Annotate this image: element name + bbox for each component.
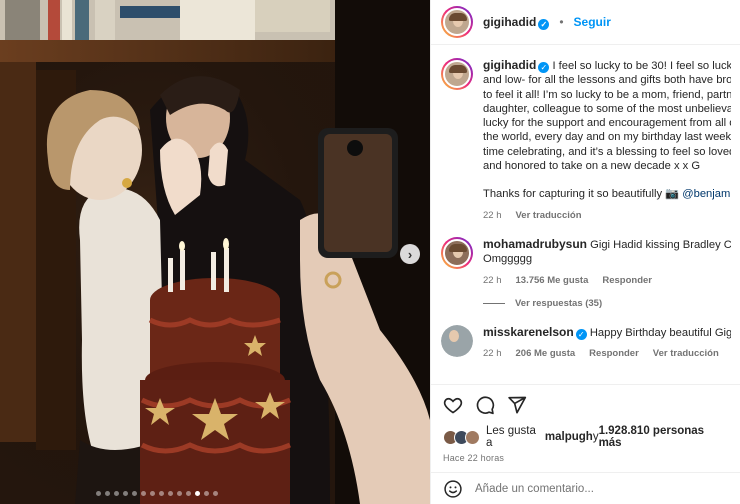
replies-divider (483, 302, 505, 304)
caption-username[interactable]: gigihadid (483, 58, 536, 72)
comment-meta: 22 h 206 Me gusta Responder Ver traducci… (483, 347, 731, 361)
comments-area[interactable]: gigihadid ✓ I feel so lucky to be 30! I f… (431, 58, 740, 361)
translate-link[interactable]: Ver traducción (516, 209, 582, 223)
carousel-dot (132, 491, 137, 496)
post-header: gigihadid ✓ • Seguir (431, 0, 740, 45)
liked-by-user[interactable]: malpugh (545, 431, 593, 443)
commenter-avatar[interactable] (441, 236, 473, 269)
comment-text: Omggggg (483, 253, 533, 266)
liker-avatars[interactable] (443, 429, 480, 445)
next-slide-button[interactable]: › (400, 244, 420, 264)
mention-link[interactable]: @benjaminr (682, 188, 731, 200)
reply-button[interactable]: Responder (602, 274, 652, 288)
author-username[interactable]: gigihadid ✓ (483, 15, 550, 30)
emoji-icon[interactable] (443, 479, 463, 499)
carousel-dot (123, 491, 128, 496)
commenter-avatar[interactable] (441, 324, 473, 357)
photo-illustration (0, 0, 430, 504)
comment-body: mohamadrubysun Gigi Hadid kissing Bradle… (483, 237, 731, 288)
caption: gigihadid ✓ I feel so lucky to be 30! I f… (431, 58, 740, 223)
view-replies-button[interactable]: Ver respuestas (35) (483, 298, 740, 309)
caption-line: and honored to take on a new decade x x … (483, 160, 701, 173)
chevron-right-icon: › (407, 246, 413, 262)
comment-meta: 22 h 13.756 Me gusta Responder (483, 274, 731, 288)
caption-line: I feel so lucky to be 30! I feel so luck… (552, 60, 731, 72)
likes-prefix: Les gusta a (486, 425, 536, 449)
carousel-dot (114, 491, 119, 496)
carousel-dot (186, 491, 191, 496)
carousel-dot (105, 491, 110, 496)
carousel-dot (177, 491, 182, 496)
caption-line: and low- for all the lessons and gifts b… (483, 74, 731, 87)
comment: mohamadrubysun Gigi Hadid kissing Bradle… (431, 236, 740, 288)
carousel-dot (150, 491, 155, 496)
comment-input[interactable] (475, 482, 715, 495)
carousel-dot (96, 491, 101, 496)
comment-text: Gigi Hadid kissing Bradley Cooper (590, 238, 731, 251)
verified-badge-icon: ✓ (575, 328, 587, 340)
comment-body: misskarenelson ✓ Happy Birthday beautiful… (483, 325, 731, 362)
caption-avatar[interactable] (441, 58, 473, 90)
caption-line: lucky for the support and encouragement … (483, 117, 731, 130)
share-icon[interactable] (507, 395, 527, 415)
carousel-dots (96, 491, 218, 496)
comment: misskarenelson ✓ Happy Birthday beautiful… (431, 324, 740, 362)
comment-text: Happy Birthday beautiful Gigi (589, 326, 731, 339)
caption-line: the world, every day and on my birthday … (483, 131, 731, 144)
carousel-dot (159, 491, 164, 496)
caption-time[interactable]: 22 h (483, 209, 502, 223)
carousel-dot (204, 491, 209, 496)
caption-body: gigihadid ✓ I feel so lucky to be 30! I f… (483, 58, 731, 223)
caption-line: time celebrating, and it’s a blessing to… (483, 145, 731, 158)
likes-count[interactable]: 1.928.810 personas más (599, 425, 729, 449)
translate-link[interactable]: Ver traducción (653, 347, 719, 361)
post-actions: Les gusta a malpugh y 1.928.810 personas… (431, 384, 740, 504)
view-replies-label: Ver respuestas (35) (515, 297, 603, 309)
comment-time[interactable]: 22 h (483, 347, 502, 361)
comment-time[interactable]: 22 h (483, 274, 502, 288)
comment-likes[interactable]: 13.756 Me gusta (516, 274, 589, 288)
post-timestamp: Hace 22 horas (443, 453, 505, 463)
reply-button[interactable]: Responder (589, 347, 639, 361)
post-panel: gigihadid ✓ • Seguir gigihadid ✓ I feel so… (430, 0, 740, 504)
carousel-dot (195, 491, 200, 496)
separator-dot: • (559, 15, 564, 29)
follow-button[interactable]: Seguir (574, 15, 611, 29)
carousel-dot (213, 491, 218, 496)
carousel-dot (168, 491, 173, 496)
caption-line: to feel it all! I’m so lucky to be a mom… (483, 88, 731, 101)
verified-badge-icon: ✓ (538, 18, 550, 30)
author-avatar[interactable] (441, 6, 473, 38)
comment-bar (431, 472, 740, 504)
caption-thanks: Thanks for capturing it so beautifully 📷 (483, 188, 680, 201)
likes-summary: Les gusta a malpugh y 1.928.810 personas… (431, 425, 740, 449)
caption-meta: 22 h Ver traducción (483, 209, 731, 223)
post-photo[interactable]: › (0, 0, 430, 504)
caption-line: daughter, colleague to some of the most … (483, 102, 731, 115)
comment-likes[interactable]: 206 Me gusta (516, 347, 576, 361)
verified-badge-icon: ✓ (538, 62, 550, 73)
heart-icon[interactable] (443, 395, 463, 415)
comment-icon[interactable] (475, 395, 495, 415)
action-icons (431, 385, 740, 425)
comment-username[interactable]: misskarenelson (483, 325, 574, 339)
comment-username[interactable]: mohamadrubysun (483, 237, 587, 251)
carousel-dot (141, 491, 146, 496)
